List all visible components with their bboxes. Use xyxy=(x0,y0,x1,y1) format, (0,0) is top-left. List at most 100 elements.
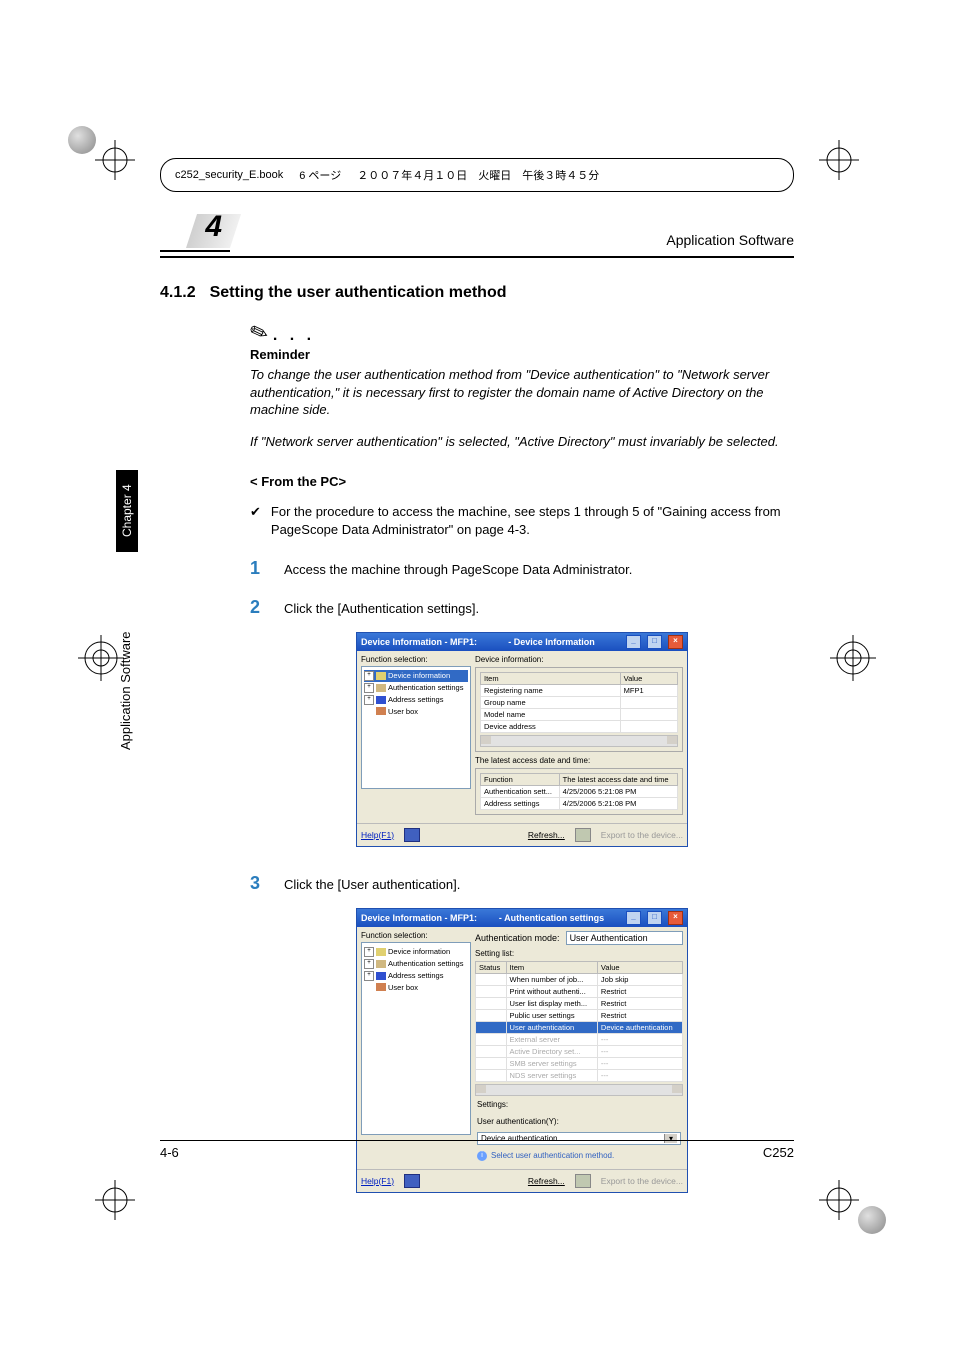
lat-d1: 4/25/2006 5:21:08 PM xyxy=(559,785,677,797)
cropmark-bl xyxy=(95,1180,135,1220)
chapter-number-badge: 4 xyxy=(160,214,230,252)
row-modelname: Model name xyxy=(481,708,621,720)
side-tab: Chapter 4 Application Software xyxy=(116,470,146,760)
tree2-user-box[interactable]: User box xyxy=(388,983,418,992)
win2-tree[interactable]: + Device information + Authentication sett… xyxy=(361,942,471,1135)
tree-expand-icon[interactable]: + xyxy=(364,959,374,969)
r8i: SMB server settings xyxy=(506,1057,597,1069)
step-1-text: Access the machine through PageScope Dat… xyxy=(284,562,632,577)
col-item: Item xyxy=(481,672,621,684)
col-func: Function xyxy=(481,773,560,785)
win1-title-center: - Device Information xyxy=(508,637,595,647)
win2-authmode-lbl: Authentication mode: xyxy=(475,933,560,943)
win2-refresh-button[interactable]: Refresh... xyxy=(528,1176,565,1186)
win2-setlist-lbl: Setting list: xyxy=(475,949,683,958)
tree-expand-icon[interactable]: + xyxy=(364,971,374,981)
win2-settings-lbl: Settings: xyxy=(477,1100,681,1109)
win1-help-link[interactable]: Help(F1) xyxy=(361,830,394,840)
col-value: Value xyxy=(620,672,677,684)
tree2-auth-settings[interactable]: Authentication settings xyxy=(388,959,463,968)
regmark-right xyxy=(830,635,876,681)
r2i[interactable]: Print without authenti... xyxy=(506,985,597,997)
tree-expand-icon[interactable]: + xyxy=(364,671,374,681)
checkmark-icon: ✔ xyxy=(250,503,261,539)
col-item2: Item xyxy=(506,961,597,973)
section-title: Setting the user authentication method xyxy=(210,284,507,302)
from-pc-text: For the procedure to access the machine,… xyxy=(271,503,794,539)
r4i[interactable]: Public user settings xyxy=(506,1009,597,1021)
user-box-icon xyxy=(376,707,386,715)
col-value2: Value xyxy=(597,961,682,973)
runhead-filename: c252_security_E.book xyxy=(175,169,283,181)
save-icon[interactable] xyxy=(404,1174,420,1188)
win1-hscroll[interactable] xyxy=(480,735,678,747)
col-latdate: The latest access date and time xyxy=(559,773,677,785)
win2-hscroll[interactable] xyxy=(475,1084,683,1096)
addr-settings-icon xyxy=(376,696,386,704)
addr-settings-icon xyxy=(376,972,386,980)
win2-help-link[interactable]: Help(F1) xyxy=(361,1176,394,1186)
r5i[interactable]: User authentication xyxy=(506,1021,597,1033)
r8v: --- xyxy=(597,1057,682,1069)
win2-setting-table[interactable]: StatusItemValue When number of job...Job… xyxy=(475,961,683,1082)
win2-export-button: Export to the device... xyxy=(601,1176,683,1186)
lat-auth: Authentication sett... xyxy=(481,785,560,797)
win1-export-button: Export to the device... xyxy=(601,830,683,840)
cropmark-br xyxy=(819,1180,859,1220)
row-regval: MFP1 xyxy=(620,684,677,696)
lat-addr: Address settings xyxy=(481,797,560,809)
maximize-icon[interactable]: □ xyxy=(647,911,662,925)
auth-settings-icon xyxy=(376,684,386,692)
tree-device-info[interactable]: Device information xyxy=(388,671,450,680)
auth-settings-icon xyxy=(376,960,386,968)
win1-tree[interactable]: + Device information + Authentication sett… xyxy=(361,666,471,789)
reminder-label: Reminder xyxy=(250,347,794,362)
reminder-dots: . . . xyxy=(273,327,315,344)
win1-info-table: ItemValue Registering nameMFP1 Group nam… xyxy=(480,672,678,733)
maximize-icon[interactable]: □ xyxy=(647,635,662,649)
reminder-para2: If "Network server authentication" is se… xyxy=(250,433,794,451)
win1-latest-label: The latest access date and time: xyxy=(475,756,683,765)
minimize-icon[interactable]: _ xyxy=(626,911,641,925)
minimize-icon[interactable]: _ xyxy=(626,635,641,649)
close-icon[interactable]: × xyxy=(668,635,683,649)
cropmark-tr xyxy=(819,140,859,180)
close-icon[interactable]: × xyxy=(668,911,683,925)
export-icon xyxy=(575,1174,591,1188)
r1i[interactable]: When number of job... xyxy=(506,973,597,985)
step-2-number: 2 xyxy=(250,597,268,618)
header-title: Application Software xyxy=(666,232,794,252)
lat-d2: 4/25/2006 5:21:08 PM xyxy=(559,797,677,809)
r3i[interactable]: User list display meth... xyxy=(506,997,597,1009)
save-icon[interactable] xyxy=(404,828,420,842)
footer-page: 4-6 xyxy=(160,1145,179,1160)
tree-user-box[interactable]: User box xyxy=(388,707,418,716)
row-regname: Registering name xyxy=(481,684,621,696)
reminder-para1: To change the user authentication method… xyxy=(250,366,794,419)
tree2-addr-settings[interactable]: Address settings xyxy=(388,971,443,980)
device-info-icon xyxy=(376,948,386,956)
tree-expand-icon[interactable]: + xyxy=(364,947,374,957)
r3v: Restrict xyxy=(597,997,682,1009)
r5v: Device authentication xyxy=(597,1021,682,1033)
r6i: External server xyxy=(506,1033,597,1045)
r6v: --- xyxy=(597,1033,682,1045)
win1-latest-table: FunctionThe latest access date and time … xyxy=(480,773,678,810)
tree2-device-info[interactable]: Device information xyxy=(388,947,450,956)
win1-title-left: Device Information - MFP1: xyxy=(361,637,477,647)
r2v: Restrict xyxy=(597,985,682,997)
section-number: 4.1.2 xyxy=(160,284,196,302)
tree-expand-icon[interactable]: + xyxy=(364,683,374,693)
win1-refresh-button[interactable]: Refresh... xyxy=(528,830,565,840)
print-dot-tl xyxy=(68,126,96,154)
cropmark-tl xyxy=(95,140,135,180)
runhead-pageinfo: 6 ページ xyxy=(299,167,341,183)
export-icon xyxy=(575,828,591,842)
tree-expand-icon[interactable]: + xyxy=(364,695,374,705)
tree-addr-settings[interactable]: Address settings xyxy=(388,695,443,704)
side-chapter-box: Chapter 4 xyxy=(116,470,138,552)
tree-auth-settings[interactable]: Authentication settings xyxy=(388,683,463,692)
runhead-date: ２００７年４月１０日 火曜日 午後３時４５分 xyxy=(357,167,599,183)
win1-titlebar: Device Information - MFP1: - Device Info… xyxy=(357,633,687,651)
win1-right-label: Device information: xyxy=(475,655,683,664)
